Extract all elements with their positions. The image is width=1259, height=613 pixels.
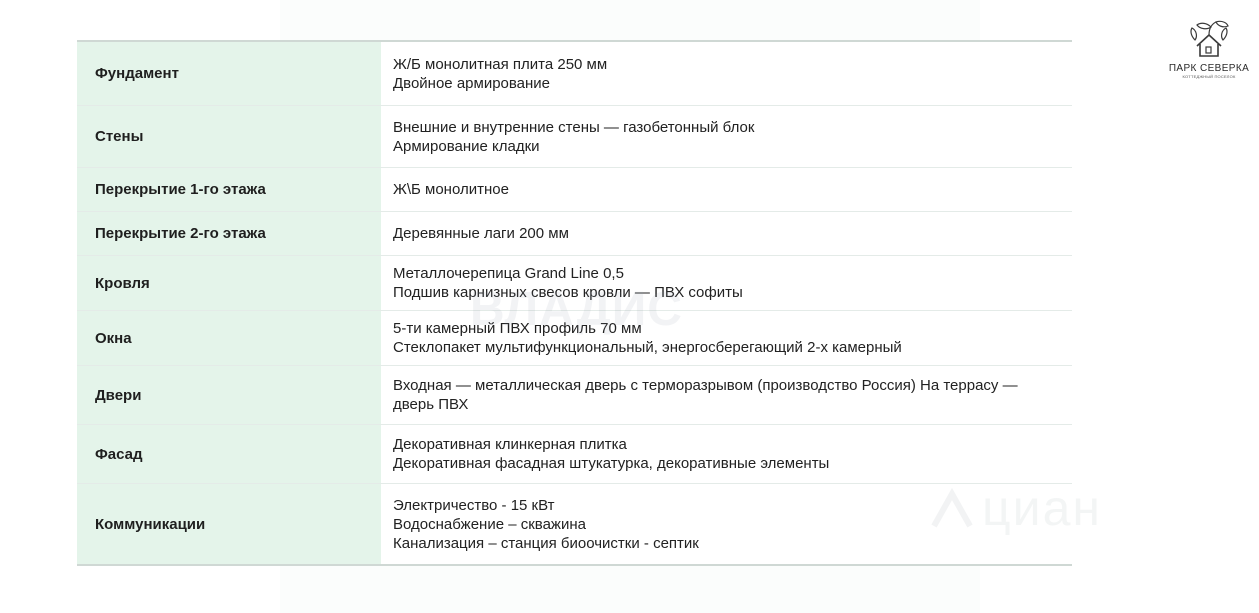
value-line: Водоснабжение – скважина [393,515,586,533]
value-line: Подшив карнизных свесов кровли — ПВХ соф… [393,284,743,301]
specifications-table: Фундамент Ж/Б монолитная плита 250 мм Дв… [77,40,1072,566]
value-line: дверь ПВХ [393,396,469,413]
row-label: Фундамент [77,42,382,105]
logo-title: ПАРК СЕВЕРКА [1168,63,1250,74]
value-line: Двойное армирование [393,74,551,92]
value-line: Металлочерепица Grand Line 0,5 [393,265,624,282]
table-row: Стены Внешние и внутренние стены — газоб… [77,106,1072,168]
value-line: Входная — металлическая дверь с термораз… [393,377,1018,394]
value-line: Армирование кладки [393,137,540,155]
value-line: Стеклопакет мультифункциональный, энерго… [393,339,902,356]
table-row: Перекрытие 2-го этажа Деревянные лаги 20… [77,212,1072,256]
house-leaves-icon [1190,20,1229,57]
value-line: 5-ти камерный ПВХ профиль 70 мм [393,320,642,337]
row-label: Стены [77,106,382,167]
row-value: 5-ти камерный ПВХ профиль 70 мм Стеклопа… [382,311,1072,365]
value-line: Ж/Б монолитная плита 250 мм [393,55,608,73]
table-row: Коммуникации Электричество - 15 кВт Водо… [77,484,1072,564]
row-label: Кровля [77,256,382,310]
row-value: Ж\Б монолитное [382,168,1072,211]
row-value: Ж/Б монолитная плита 250 мм Двойное арми… [382,42,1072,105]
value-line: Электричество - 15 кВт [393,496,555,514]
row-label: Окна [77,311,382,365]
value-line: Декоративная клинкерная плитка [393,436,627,453]
table-row: Фасад Декоративная клинкерная плитка Дек… [77,425,1072,484]
table-row: Перекрытие 1-го этажа Ж\Б монолитное [77,168,1072,212]
table-row: Кровля Металлочерепица Grand Line 0,5 По… [77,256,1072,311]
row-value: Декоративная клинкерная плитка Декоратив… [382,425,1072,483]
row-label: Перекрытие 1-го этажа [77,168,382,211]
table-row: Двери Входная — металлическая дверь с те… [77,366,1072,425]
value-line: Канализация – станция биоочистки - септи… [393,534,699,552]
row-label: Перекрытие 2-го этажа [77,212,382,255]
table-row: Окна 5-ти камерный ПВХ профиль 70 мм Сте… [77,311,1072,366]
row-value: Деревянные лаги 200 мм [382,212,1072,255]
table-row: Фундамент Ж/Б монолитная плита 250 мм Дв… [77,42,1072,106]
value-line: Декоративная фасадная штукатурка, декора… [393,455,830,472]
row-label: Двери [77,366,382,424]
value-line: Деревянные лаги 200 мм [393,225,569,242]
logo-subtitle: КОТТЕДЖНЫЙ ПОСЕЛОК [1182,74,1236,79]
row-value: Внешние и внутренние стены — газобетонны… [382,106,1072,167]
value-line: Ж\Б монолитное [393,181,509,198]
row-value: Металлочерепица Grand Line 0,5 Подшив ка… [382,256,1072,310]
value-line: Внешние и внутренние стены — газобетонны… [393,118,755,136]
row-value: Входная — металлическая дверь с термораз… [382,366,1072,424]
row-value: Электричество - 15 кВт Водоснабжение – с… [382,484,1072,564]
park-severka-logo: ПАРК СЕВЕРКА КОТТЕДЖНЫЙ ПОСЕЛОК [1167,16,1251,88]
row-label: Коммуникации [77,484,382,564]
row-label: Фасад [77,425,382,483]
